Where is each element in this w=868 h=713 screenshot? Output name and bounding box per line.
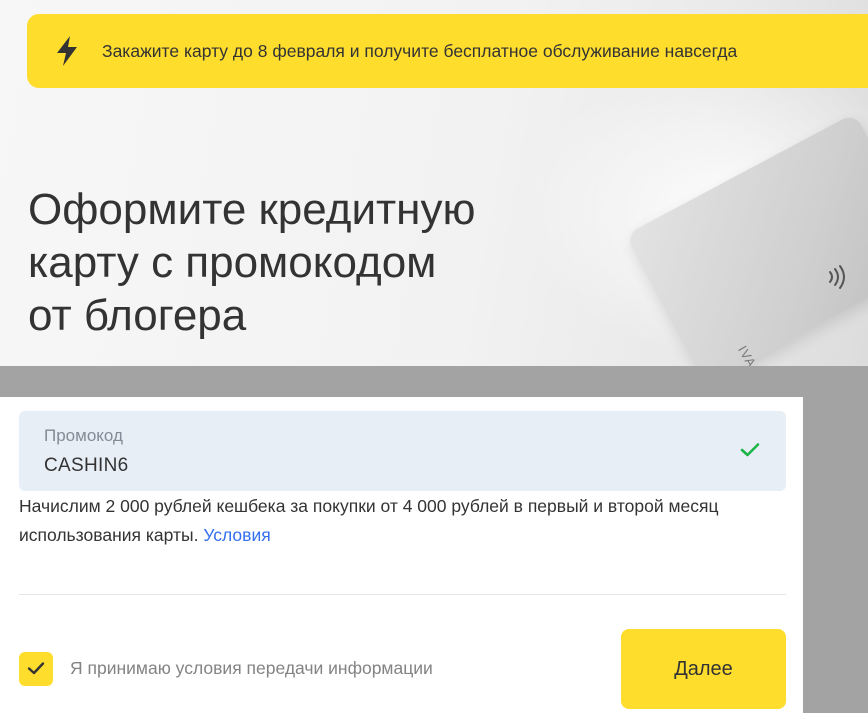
promo-code-label: Промокод [44,426,123,445]
next-button[interactable]: Далее [621,629,786,709]
title-line-1: Оформите кредитную [28,185,476,234]
accept-checkbox[interactable] [19,652,53,686]
promo-code-value[interactable]: CASHIN6 [44,455,128,477]
cashback-description: Начислим 2 000 рублей кешбека за покупки… [19,492,789,550]
title-line-2: карту с промокодом [28,238,437,287]
promo-banner-text: Закажите карту до 8 февраля и получите б… [102,41,738,61]
check-icon [740,443,760,457]
accept-label[interactable]: Я принимаю условия передачи информации [70,658,433,679]
lightning-icon [57,36,77,66]
conditions-link[interactable]: Условия [203,525,270,545]
contactless-icon [829,265,845,289]
divider [19,594,786,595]
cashback-text: Начислим 2 000 рублей кешбека за покупки… [19,496,719,545]
title-line-3: от блогера [28,291,247,340]
promo-code-field[interactable]: Промокод CASHIN6 [19,411,786,491]
promo-banner: Закажите карту до 8 февраля и получите б… [27,14,868,88]
page-title: Оформите кредитную карту с промокодом от… [28,183,548,342]
checkmark-icon [27,662,45,675]
